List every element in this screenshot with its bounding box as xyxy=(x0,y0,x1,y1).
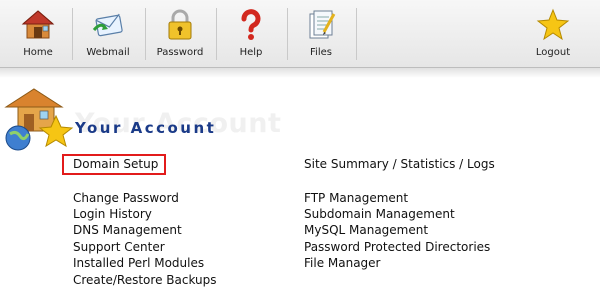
toolbar-webmail-label: Webmail xyxy=(86,47,130,58)
link-password-protected-directories[interactable]: Password Protected Directories xyxy=(304,240,490,254)
toolbar-password-button[interactable]: Password xyxy=(148,0,212,66)
link-change-password[interactable]: Change Password xyxy=(73,191,179,205)
star-icon xyxy=(536,8,570,41)
envelope-icon xyxy=(92,13,123,37)
toolbar-password-label: Password xyxy=(156,47,204,58)
link-dns-management[interactable]: DNS Management xyxy=(73,223,182,237)
toolbar-help-label: Help xyxy=(239,47,263,58)
link-site-summary[interactable]: Site Summary / Statistics / Logs xyxy=(304,157,495,171)
home-icon xyxy=(21,10,55,39)
toolbar-separator xyxy=(216,8,217,60)
toolbar-separator xyxy=(72,8,73,60)
link-mysql-management[interactable]: MySQL Management xyxy=(304,223,428,237)
toolbar-separator xyxy=(356,8,357,60)
link-installed-perl-modules[interactable]: Installed Perl Modules xyxy=(73,256,204,270)
toolbar-webmail-button[interactable]: Webmail xyxy=(75,0,141,66)
toolbar-shadow xyxy=(0,68,600,78)
question-mark-icon xyxy=(241,9,261,40)
toolbar-files-label: Files xyxy=(310,47,332,58)
link-create-restore-backups[interactable]: Create/Restore Backups xyxy=(73,273,217,287)
link-login-history[interactable]: Login History xyxy=(73,207,152,221)
account-house-globe-star-icon xyxy=(4,88,74,151)
toolbar-home-label: Home xyxy=(23,47,53,58)
files-icon xyxy=(309,10,336,39)
toolbar-help-button[interactable]: Help xyxy=(219,0,283,66)
link-file-manager[interactable]: File Manager xyxy=(304,256,381,270)
padlock-icon xyxy=(168,9,192,40)
toolbar-logout-label: Logout xyxy=(535,47,571,58)
toolbar-home-button[interactable]: Home xyxy=(8,0,68,66)
link-domain-setup[interactable]: Domain Setup xyxy=(73,157,158,171)
link-subdomain-management[interactable]: Subdomain Management xyxy=(304,207,455,221)
page-title: Your Account xyxy=(75,119,217,137)
link-support-center[interactable]: Support Center xyxy=(73,240,165,254)
link-ftp-management[interactable]: FTP Management xyxy=(304,191,408,205)
toolbar: Home Webmail Password Help Files Logout xyxy=(0,0,600,68)
toolbar-logout-button[interactable]: Logout xyxy=(520,0,586,66)
toolbar-separator xyxy=(145,8,146,60)
toolbar-separator xyxy=(287,8,288,60)
toolbar-files-button[interactable]: Files xyxy=(290,0,352,66)
